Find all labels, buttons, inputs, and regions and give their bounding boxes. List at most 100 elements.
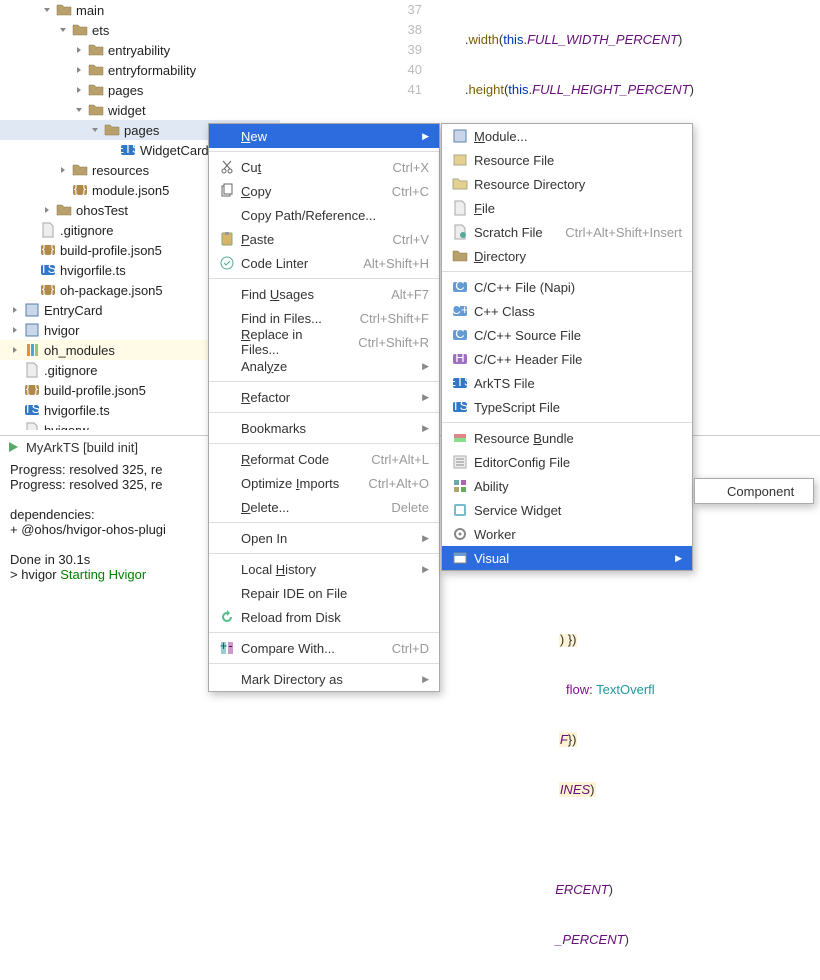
- menu-item-local-history[interactable]: Local History▶: [209, 557, 439, 581]
- menu-item-label: Visual: [474, 551, 663, 566]
- menu-shortcut: Delete: [391, 500, 429, 515]
- expand-icon[interactable]: [8, 323, 22, 337]
- svg-text:-: -: [228, 640, 232, 653]
- tree-row[interactable]: pages: [0, 80, 280, 100]
- expand-icon[interactable]: [56, 183, 70, 197]
- visual-submenu[interactable]: Component: [694, 478, 814, 504]
- menu-item-compare-with[interactable]: +-Compare With...Ctrl+D: [209, 636, 439, 660]
- menu-item-label: Resource File: [474, 153, 682, 168]
- expand-icon[interactable]: [72, 83, 86, 97]
- menu-item-label: C/C++ File (Napi): [474, 280, 682, 295]
- menu-item-copy-path-reference[interactable]: Copy Path/Reference...: [209, 203, 439, 227]
- tree-row[interactable]: widget: [0, 100, 280, 120]
- expand-icon[interactable]: [72, 63, 86, 77]
- ets-icon: ETS: [120, 142, 136, 158]
- edconf-icon: [452, 454, 468, 470]
- menu-item-file[interactable]: File: [442, 196, 692, 220]
- lint-icon: [219, 255, 235, 271]
- expand-icon[interactable]: [104, 143, 118, 157]
- menu-item-resource-file[interactable]: Resource File: [442, 148, 692, 172]
- menu-item-copy[interactable]: CopyCtrl+C: [209, 179, 439, 203]
- menu-item-label: Local History: [241, 562, 410, 577]
- menu-item-new[interactable]: New▶: [209, 124, 439, 148]
- menu-item-mark-directory-as[interactable]: Mark Directory as▶: [209, 667, 439, 691]
- tree-row[interactable]: entryability: [0, 40, 280, 60]
- menu-item-optimize-imports[interactable]: Optimize ImportsCtrl+Alt+O: [209, 471, 439, 495]
- expand-icon[interactable]: [40, 3, 54, 17]
- run-icon: [6, 440, 20, 454]
- expand-icon[interactable]: [8, 343, 22, 357]
- menu-item-resource-directory[interactable]: Resource Directory: [442, 172, 692, 196]
- menu-item-label: Component: [727, 484, 803, 499]
- menu-item-reload-from-disk[interactable]: Reload from Disk: [209, 605, 439, 629]
- blank-icon: [219, 499, 235, 515]
- tree-row[interactable]: entryformability: [0, 60, 280, 80]
- expand-icon[interactable]: [24, 223, 38, 237]
- ts-icon: TS: [452, 399, 468, 415]
- menu-item-resource-bundle[interactable]: Resource Bundle: [442, 426, 692, 450]
- menu-item-c-class[interactable]: C+C++ Class: [442, 299, 692, 323]
- menu-item-delete[interactable]: Delete...Delete: [209, 495, 439, 519]
- new-submenu[interactable]: Module... Resource File Resource Directory…: [441, 123, 693, 571]
- menu-item-replace-in-files[interactable]: Replace in Files...Ctrl+Shift+R: [209, 330, 439, 354]
- menu-item-ability[interactable]: Ability: [442, 474, 692, 498]
- menu-shortcut: Ctrl+Alt+L: [371, 452, 429, 467]
- menu-item-visual[interactable]: Visual▶: [442, 546, 692, 570]
- expand-icon[interactable]: [56, 23, 70, 37]
- menu-item-worker[interactable]: Worker: [442, 522, 692, 546]
- menu-item-paste[interactable]: PasteCtrl+V: [209, 227, 439, 251]
- expand-icon[interactable]: [8, 303, 22, 317]
- expand-icon[interactable]: [8, 363, 22, 377]
- menu-item-label: Scratch File: [474, 225, 545, 240]
- menu-item-label: Service Widget: [474, 503, 682, 518]
- visual-icon: [452, 550, 468, 566]
- menu-separator: [442, 422, 692, 423]
- menu-item-arkts-file[interactable]: ETSArkTS File: [442, 371, 692, 395]
- menu-item-module[interactable]: Module...: [442, 124, 692, 148]
- menu-item-cut[interactable]: CutCtrl+X: [209, 155, 439, 179]
- menu-item-typescript-file[interactable]: TS TypeScript File: [442, 395, 692, 419]
- menu-item-label: Open In: [241, 531, 410, 546]
- menu-item-label: File: [474, 201, 682, 216]
- expand-icon[interactable]: [72, 43, 86, 57]
- expand-icon[interactable]: [24, 283, 38, 297]
- menu-item-editorconfig-file[interactable]: EditorConfig File: [442, 450, 692, 474]
- expand-icon[interactable]: [8, 403, 22, 417]
- tree-row[interactable]: main: [0, 0, 280, 20]
- menu-item-code-linter[interactable]: Code LinterAlt+Shift+H: [209, 251, 439, 275]
- menu-item-refactor[interactable]: Refactor▶: [209, 385, 439, 409]
- expand-icon[interactable]: [40, 203, 54, 217]
- expand-icon[interactable]: [72, 103, 86, 117]
- menu-separator: [209, 151, 439, 152]
- menu-item-c-c-header-file[interactable]: HC/C++ Header File: [442, 347, 692, 371]
- tree-label: oh-package.json5: [60, 283, 163, 298]
- menu-item-directory[interactable]: Directory: [442, 244, 692, 268]
- menu-item-repair-ide-on-file[interactable]: Repair IDE on File: [209, 581, 439, 605]
- menu-item-service-widget[interactable]: Service Widget: [442, 498, 692, 522]
- context-menu[interactable]: New▶ CutCtrl+XCopyCtrl+CCopy Path/Referen…: [208, 123, 440, 692]
- svg-text:{ }: { }: [26, 382, 39, 396]
- tree-label: main: [76, 3, 104, 18]
- expand-icon[interactable]: [8, 383, 22, 397]
- menu-item-c-c-source-file[interactable]: CC/C++ Source File: [442, 323, 692, 347]
- tree-label: hvigorfile.ts: [44, 403, 110, 418]
- menu-item-find-usages[interactable]: Find UsagesAlt+F7: [209, 282, 439, 306]
- expand-icon[interactable]: [8, 423, 22, 430]
- tree-row[interactable]: ets: [0, 20, 280, 40]
- menu-item-reformat-code[interactable]: Reformat CodeCtrl+Alt+L: [209, 447, 439, 471]
- tree-label: hvigorw: [44, 423, 89, 431]
- expand-icon[interactable]: [24, 243, 38, 257]
- menu-separator: [209, 443, 439, 444]
- menu-item-open-in[interactable]: Open In ▶: [209, 526, 439, 550]
- expand-icon[interactable]: [24, 263, 38, 277]
- scratch-icon: [452, 224, 468, 240]
- expand-icon[interactable]: [88, 123, 102, 137]
- expand-icon[interactable]: [56, 163, 70, 177]
- menu-item-scratch-file[interactable]: Scratch FileCtrl+Alt+Shift+Insert: [442, 220, 692, 244]
- menu-item-c-c-file-napi[interactable]: CC/C++ File (Napi): [442, 275, 692, 299]
- menu-item-bookmarks[interactable]: Bookmarks▶: [209, 416, 439, 440]
- menu-item-component[interactable]: Component: [695, 479, 813, 503]
- menu-item-label: TypeScript File: [474, 400, 682, 415]
- submenu-arrow-icon: ▶: [422, 533, 429, 544]
- menu-item-analyze[interactable]: Analyze▶: [209, 354, 439, 378]
